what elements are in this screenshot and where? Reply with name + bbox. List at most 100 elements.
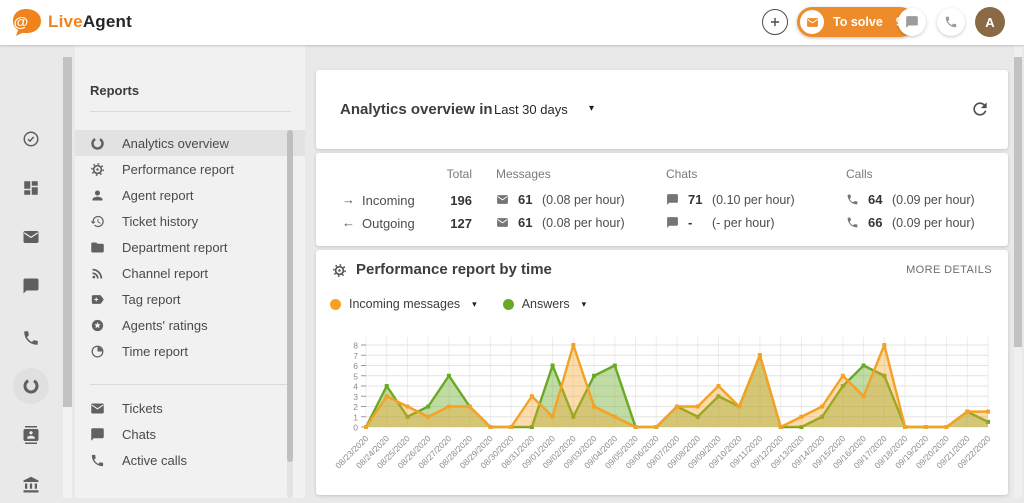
col-header-chats: Chats [666, 167, 697, 181]
sidebar-item-time-report[interactable]: Time report [75, 338, 305, 364]
performance-chart: 01234567808/23/202008/24/202008/25/20200… [320, 323, 996, 493]
outgoing-calls-cell: 66 (0.09 per hour) [846, 215, 975, 230]
col-header-total: Total [412, 167, 472, 181]
envelope-icon [496, 216, 509, 229]
chat-icon [666, 216, 679, 229]
date-range-select[interactable]: Last 30 days [494, 102, 568, 117]
incoming-arrow-icon: → [342, 192, 355, 207]
row-label: Incoming [362, 193, 415, 208]
caret-down-icon[interactable]: ▾ [589, 103, 594, 114]
liveagent-logo[interactable]: @ LiveAgent [12, 8, 132, 36]
person-icon [90, 188, 105, 203]
folder-icon [90, 240, 105, 255]
sidebar-item-channel-report[interactable]: Channel report [75, 260, 305, 286]
rail-item-calls[interactable] [13, 320, 49, 356]
phone-icon [846, 193, 859, 206]
calls-button[interactable] [937, 8, 965, 36]
overview-title: Analytics overview in [340, 101, 493, 118]
outgoing-arrow-icon: ← [342, 215, 355, 230]
outgoing-total: 127 [412, 216, 472, 231]
col-header-messages: Messages [496, 167, 551, 181]
to-solve-label: To solve [833, 15, 883, 29]
sidebar-item-tag-report[interactable]: Tag report [75, 286, 305, 312]
phone-icon [22, 329, 40, 347]
stats-row-incoming: → Incoming 196 61 (0.08 per hour) 71 (0.… [316, 192, 1008, 210]
sidebar-item-chats[interactable]: Chats [75, 421, 305, 447]
incoming-total: 196 [412, 193, 472, 208]
rail-item-tickets[interactable] [13, 219, 49, 255]
rail-item-chats[interactable] [13, 268, 49, 304]
envelope-icon [496, 193, 509, 206]
sidebar-scrollbar-thumb[interactable] [287, 130, 293, 462]
sidebar-item-analytics-overview[interactable]: Analytics overview [75, 130, 305, 156]
chat-icon [666, 193, 679, 206]
sidebar-scrollbar[interactable] [287, 130, 293, 498]
tag-icon [90, 292, 105, 307]
logo-text: LiveAgent [48, 12, 132, 32]
legend-dot-incoming-messages [330, 299, 341, 310]
sidebar-item-ticket-history[interactable]: Ticket history [75, 208, 305, 234]
envelope-icon [800, 10, 824, 34]
avatar-letter: A [985, 15, 994, 30]
svg-text:6: 6 [353, 361, 358, 371]
phone-icon [90, 453, 105, 468]
sidebar-item-performance-report[interactable]: Performance report [75, 156, 305, 182]
col-header-calls: Calls [846, 167, 873, 181]
main-scrollbar-thumb[interactable] [1014, 57, 1022, 347]
performance-title: Performance report by time [356, 261, 552, 278]
dashboard-icon [22, 179, 40, 197]
incoming-messages-cell: 61 (0.08 per hour) [496, 192, 625, 207]
plus-icon [768, 15, 782, 29]
incoming-chats-cell: 71 (0.10 per hour) [666, 192, 795, 207]
rss-icon [90, 266, 105, 281]
rail-item-resolve[interactable] [13, 121, 49, 157]
sidebar-item-department-report[interactable]: Department report [75, 234, 305, 260]
svg-text:0: 0 [353, 423, 358, 433]
main-scrollbar[interactable] [1014, 45, 1022, 498]
sidebar-item-tickets[interactable]: Tickets [75, 395, 305, 421]
caret-down-icon[interactable]: ▾ [582, 299, 587, 310]
incoming-calls-cell: 64 (0.09 per hour) [846, 192, 975, 207]
time-icon [90, 344, 105, 359]
outgoing-chats-cell: - (- per hour) [666, 215, 775, 230]
analytics-overview-card: Analytics overview in Last 30 days ▾ [316, 70, 1008, 149]
chats-button[interactable] [898, 8, 926, 36]
svg-text:3: 3 [353, 392, 358, 402]
phone-icon [846, 216, 859, 229]
rail-item-customers[interactable] [13, 417, 49, 453]
sidebar-title: Reports [90, 83, 139, 98]
stats-card: Total Messages Chats Calls → Incoming 19… [316, 153, 1008, 246]
rail-item-reports[interactable] [13, 368, 49, 404]
avatar[interactable]: A [975, 7, 1005, 37]
chart-legend: Incoming messages ▾ Answers ▾ [330, 297, 586, 311]
icon-rail [0, 45, 62, 498]
sidebar-item-active-calls[interactable]: Active calls [75, 447, 305, 473]
sidebar-item-agents-ratings[interactable]: Agents' ratings [75, 312, 305, 338]
divider [90, 384, 291, 385]
check-circle-icon [22, 130, 40, 148]
gear-icon [90, 162, 105, 177]
legend-dot-answers [503, 299, 514, 310]
app-header: @ LiveAgent To solve 9 A [0, 0, 1024, 45]
caret-down-icon[interactable]: ▾ [472, 299, 477, 310]
svg-text:@: @ [14, 14, 29, 31]
svg-text:1: 1 [353, 412, 358, 422]
sidebar-item-agent-report[interactable]: Agent report [75, 182, 305, 208]
rail-scrollbar-thumb[interactable] [63, 57, 72, 407]
performance-report-card: Performance report by time MORE DETAILS … [316, 250, 1008, 495]
star-icon [90, 318, 105, 333]
more-details-link[interactable]: MORE DETAILS [906, 264, 992, 276]
chat-icon [905, 15, 919, 29]
rail-item-dashboard[interactable] [13, 170, 49, 206]
envelope-icon [22, 228, 40, 246]
donut-icon [22, 377, 40, 395]
mail-icon [90, 401, 105, 416]
legend-label-answers: Answers [522, 297, 570, 311]
add-button[interactable] [762, 9, 788, 35]
row-label: Outgoing [362, 216, 415, 231]
rail-scrollbar[interactable] [63, 57, 72, 498]
reports-sidebar: Reports Analytics overviewPerformance re… [75, 45, 305, 498]
refresh-button[interactable] [970, 99, 990, 119]
donut-icon [90, 136, 105, 151]
legend-label-incoming-messages: Incoming messages [349, 297, 460, 311]
